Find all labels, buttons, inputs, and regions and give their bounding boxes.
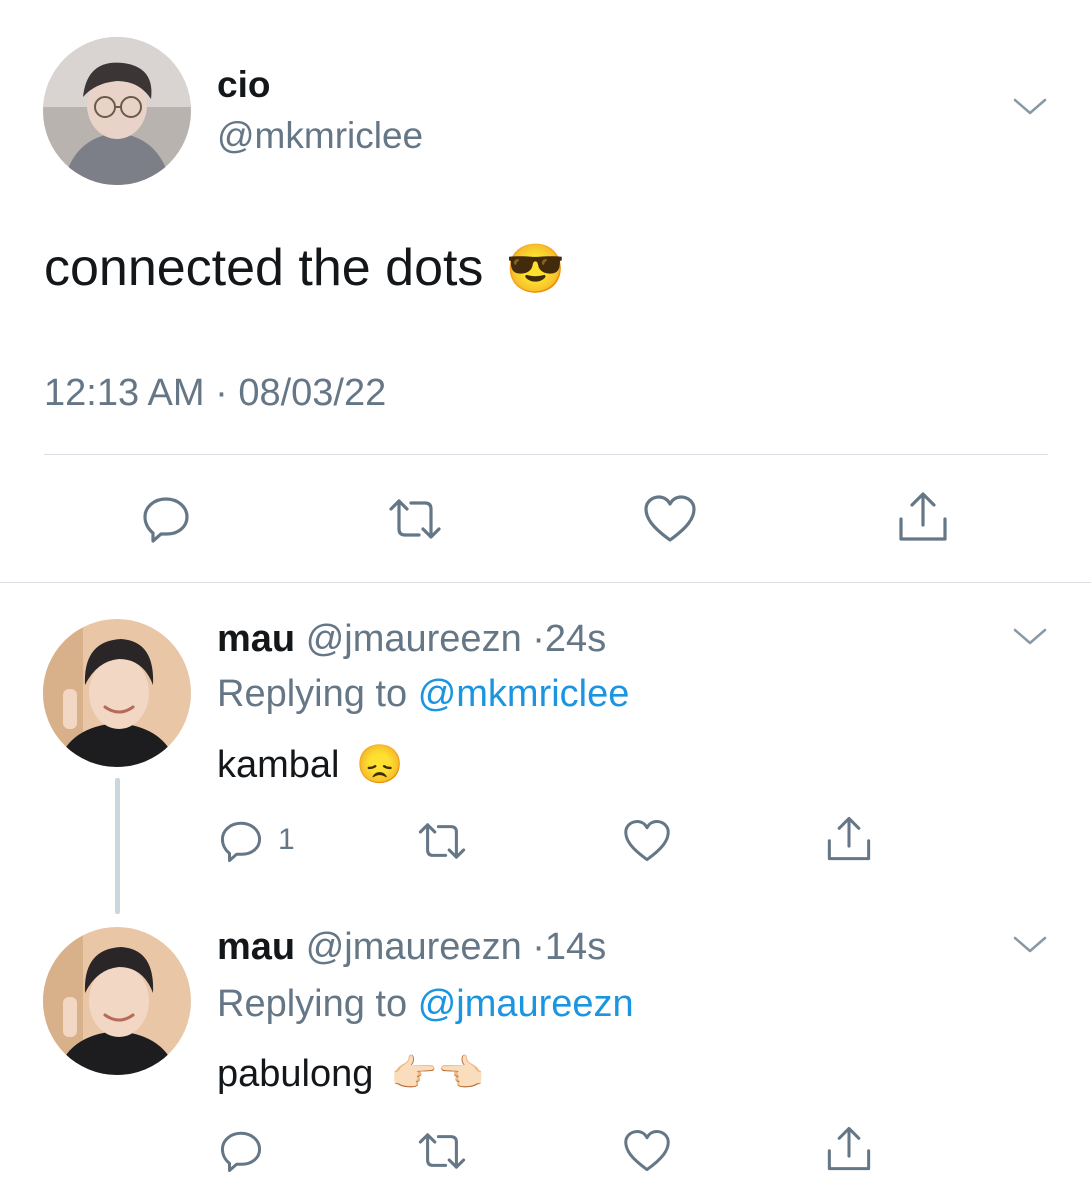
reply-2-separator: · <box>532 926 545 968</box>
reply-1-reply-count: 1 <box>278 823 295 856</box>
main-timestamp[interactable]: 12:13 AM · 08/03/22 <box>44 372 386 415</box>
sunglasses-emoji: 😎 <box>505 243 566 296</box>
reply-2-display-name[interactable]: mau <box>217 926 295 968</box>
reply-1-separator: · <box>532 618 545 660</box>
reply-1-avatar[interactable] <box>43 619 191 767</box>
share-icon[interactable] <box>824 814 874 864</box>
reply-2-replying-to-link[interactable]: @jmaureezn <box>418 983 634 1025</box>
main-tweet-text: connected the dots <box>44 239 484 297</box>
disappointed-emoji: 😞 <box>356 744 404 786</box>
reply-2-time[interactable]: 14s <box>545 926 606 968</box>
reply-1-text: kambal <box>217 744 340 786</box>
main-tweet-avatar[interactable] <box>43 37 191 185</box>
thread-line <box>115 778 120 914</box>
heart-icon[interactable] <box>642 493 698 545</box>
reply-icon[interactable] <box>218 1128 264 1174</box>
pointing-fingers-emoji: 👉🏻👈🏻 <box>389 1053 485 1095</box>
retweet-icon[interactable] <box>415 819 469 863</box>
reply-2-handle[interactable]: @jmaureezn <box>306 926 522 968</box>
reply-2-text-row: pabulong 👉🏻👈🏻 <box>217 1052 485 1096</box>
reply-1-header: mau @jmaureezn ·24s <box>217 618 606 661</box>
reply-2-replying-prefix: Replying to <box>217 983 408 1025</box>
share-icon[interactable] <box>824 1124 874 1174</box>
retweet-icon[interactable] <box>385 495 445 543</box>
main-display-name[interactable]: cio <box>217 64 270 106</box>
reply-1-time[interactable]: 24s <box>545 618 606 660</box>
reply-2-avatar[interactable] <box>43 927 191 1075</box>
reply-icon[interactable] <box>218 818 264 864</box>
reply-1-handle[interactable]: @jmaureezn <box>306 618 522 660</box>
retweet-icon[interactable] <box>415 1129 469 1173</box>
reply-1-replying-to-link[interactable]: @mkmriclee <box>418 673 630 715</box>
reply-icon[interactable] <box>140 493 192 545</box>
chevron-down-icon[interactable] <box>1012 96 1048 118</box>
reply-2-text: pabulong <box>217 1053 374 1095</box>
share-icon[interactable] <box>895 489 951 545</box>
chevron-down-icon[interactable] <box>1012 626 1048 648</box>
heart-icon[interactable] <box>622 818 672 864</box>
main-tweet-text-row: connected the dots 😎 <box>44 238 566 298</box>
section-divider <box>0 582 1091 583</box>
reply-2-header: mau @jmaureezn ·14s <box>217 926 606 969</box>
main-handle[interactable]: @mkmriclee <box>217 115 423 157</box>
reply-1-replying-prefix: Replying to <box>217 673 408 715</box>
reply-1-text-row: kambal 😞 <box>217 743 403 787</box>
main-divider <box>44 454 1048 455</box>
reply-2-replying-line: Replying to @jmaureezn <box>217 983 634 1026</box>
reply-1-display-name[interactable]: mau <box>217 618 295 660</box>
chevron-down-icon[interactable] <box>1012 934 1048 956</box>
reply-1-replying-line: Replying to @mkmriclee <box>217 673 629 716</box>
heart-icon[interactable] <box>622 1128 672 1174</box>
